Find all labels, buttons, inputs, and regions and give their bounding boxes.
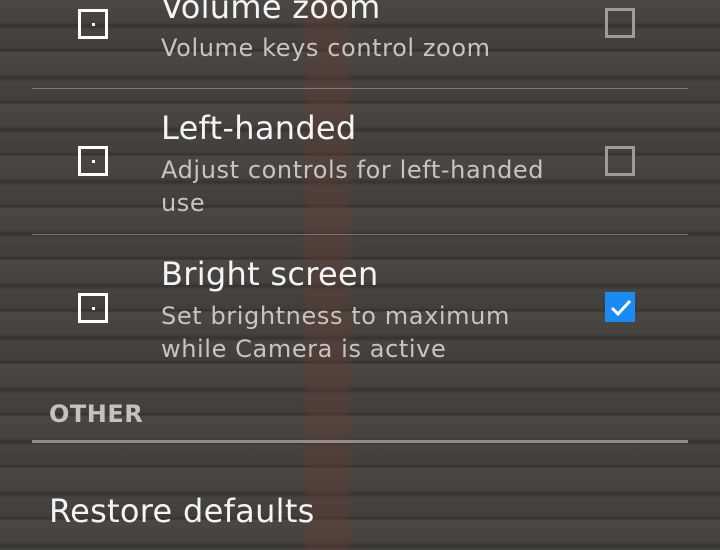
left-handed-checkbox[interactable]: [605, 146, 635, 176]
bright-screen-icon: [78, 293, 108, 323]
pref-title: Left-handed: [161, 109, 357, 147]
pref-title: Bright screen: [161, 255, 379, 293]
pref-summary: Volume keys control zoom: [161, 34, 491, 62]
volume-zoom-checkbox[interactable]: [605, 8, 635, 38]
bright-screen-checkbox[interactable]: [605, 292, 635, 322]
pref-volume-zoom[interactable]: Volume zoom Volume keys control zoom: [32, 0, 688, 88]
category-header-other: OTHER: [49, 400, 144, 428]
pref-title: Volume zoom: [161, 0, 381, 26]
pref-left-handed[interactable]: Left-handed Adjust controls for left-han…: [32, 89, 688, 234]
category-divider: [32, 440, 688, 443]
checkmark-icon: [610, 299, 632, 317]
volume-zoom-icon: [78, 9, 108, 39]
left-handed-icon: [78, 146, 108, 176]
pref-summary: Adjust controls for left-handed use: [161, 156, 545, 217]
restore-defaults-button[interactable]: Restore defaults: [49, 492, 315, 530]
pref-bright-screen[interactable]: Bright screen Set brightness to maximum …: [32, 235, 688, 385]
pref-summary: Set brightness to maximum while Camera i…: [161, 302, 510, 363]
